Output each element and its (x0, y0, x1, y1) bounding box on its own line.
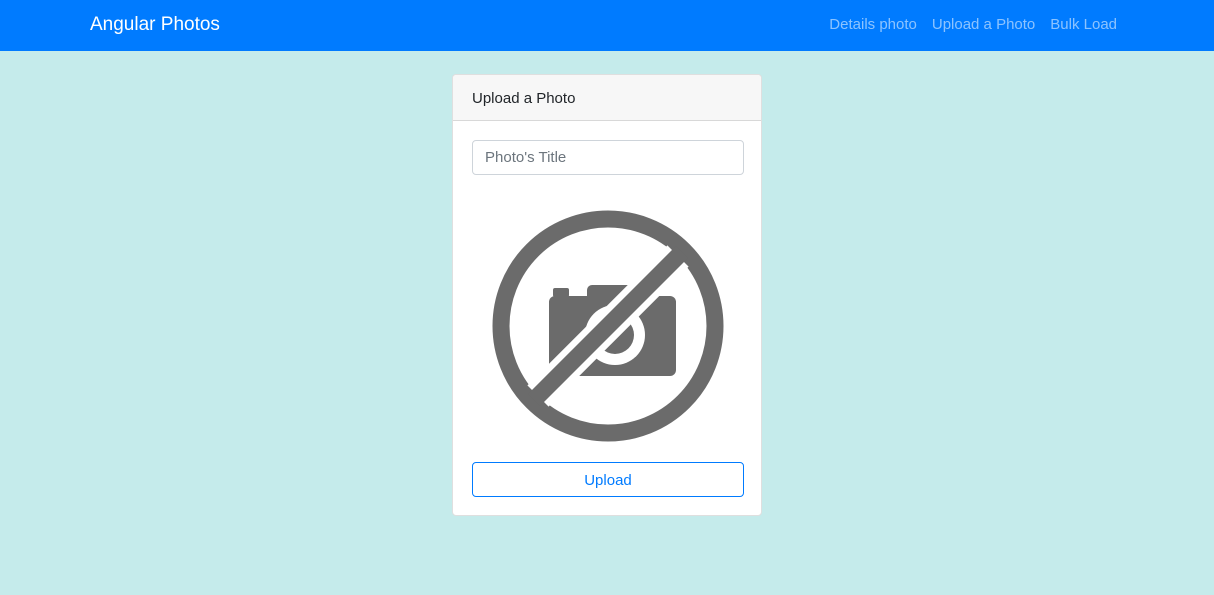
nav-link-upload-photo[interactable]: Upload a Photo (932, 16, 1035, 33)
navbar: Angular Photos Details photo Upload a Ph… (0, 0, 1214, 51)
upload-button[interactable]: Upload (472, 462, 744, 497)
card-header: Upload a Photo (453, 75, 761, 121)
nav-links: Details photo Upload a Photo Bulk Load (829, 16, 1117, 33)
upload-card: Upload a Photo Upload (452, 74, 762, 516)
brand-link[interactable]: Angular Photos (90, 14, 220, 36)
nav-link-details-photo[interactable]: Details photo (829, 16, 917, 33)
no-photo-icon[interactable] (492, 210, 724, 442)
nav-link-bulk-load[interactable]: Bulk Load (1050, 16, 1117, 33)
photo-title-input[interactable] (472, 140, 744, 175)
